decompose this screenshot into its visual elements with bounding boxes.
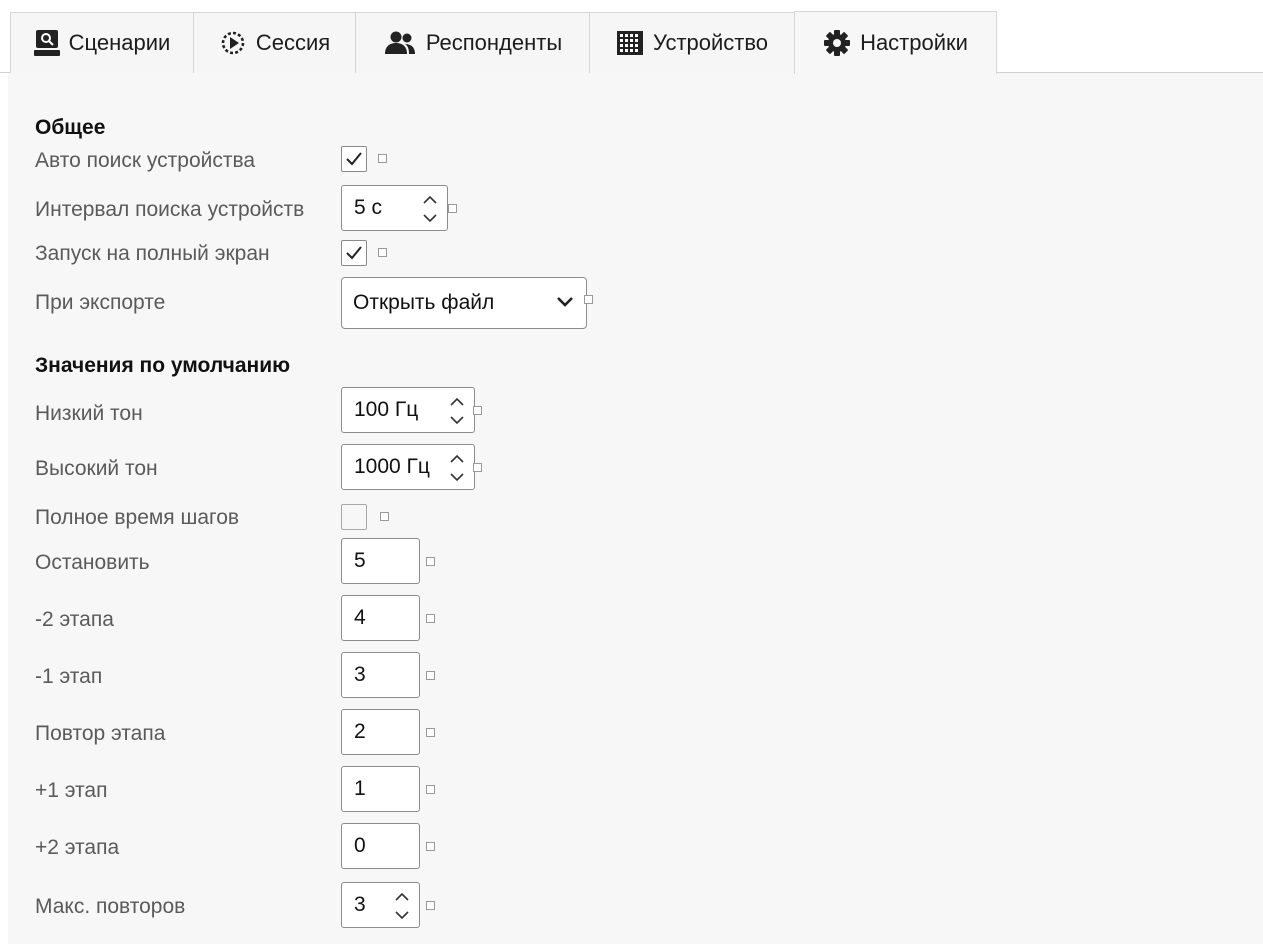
tab-label: Устройство <box>652 30 769 55</box>
minus2-input[interactable]: 4 <box>341 595 420 641</box>
max-repeats-value: 3 <box>354 893 366 916</box>
device-grid-icon <box>616 30 644 56</box>
high-tone-marker[interactable] <box>473 463 482 472</box>
spin-arrows-icon[interactable] <box>447 451 467 485</box>
section-title-general: Общее <box>35 116 106 139</box>
spin-arrows-icon[interactable] <box>392 889 412 923</box>
repeat-input[interactable]: 2 <box>341 709 420 755</box>
auto-search-marker[interactable] <box>378 154 387 163</box>
on-export-select[interactable]: Открыть файл <box>341 277 587 329</box>
section-title-defaults: Значения по умолчанию <box>35 354 291 377</box>
plus2-value: 0 <box>354 834 366 857</box>
stop-input[interactable]: 5 <box>341 538 420 584</box>
users-icon <box>383 30 417 56</box>
repeat-label: Повтор этапа <box>35 722 166 745</box>
full-step-time-label: Полное время шагов <box>35 506 240 529</box>
plus1-marker[interactable] <box>426 785 435 794</box>
minus2-label: -2 этапа <box>35 608 114 631</box>
max-repeats-spinbox[interactable]: 3 <box>341 882 420 928</box>
plus2-input[interactable]: 0 <box>341 823 420 869</box>
minus2-value: 4 <box>354 606 366 629</box>
stop-label: Остановить <box>35 551 150 574</box>
auto-search-checkbox[interactable] <box>341 146 367 172</box>
search-interval-value: 5 с <box>354 196 383 219</box>
tab-device[interactable]: Устройство <box>589 12 795 73</box>
tab-scenarios[interactable]: Сценарии <box>10 12 194 73</box>
fullscreen-label: Запуск на полный экран <box>35 242 270 265</box>
settings-panel: Общее Авто поиск устройства Интервал пои… <box>8 73 1263 944</box>
search-interval-label: Интервал поиска устройств <box>35 198 305 221</box>
high-tone-spinbox[interactable]: 1000 Гц <box>341 444 475 490</box>
tab-settings[interactable]: Настройки <box>794 11 997 74</box>
checkmark-icon <box>346 152 362 166</box>
plus1-value: 1 <box>354 777 366 800</box>
high-tone-value: 1000 Гц <box>354 455 430 478</box>
minus1-marker[interactable] <box>426 671 435 680</box>
spin-arrows-icon[interactable] <box>420 192 440 226</box>
stop-marker[interactable] <box>426 557 435 566</box>
plus1-input[interactable]: 1 <box>341 766 420 812</box>
minus1-input[interactable]: 3 <box>341 652 420 698</box>
repeat-marker[interactable] <box>426 728 435 737</box>
search-interval-spinbox[interactable]: 5 с <box>341 185 448 231</box>
search-interval-marker[interactable] <box>448 204 457 213</box>
low-tone-label: Низкий тон <box>35 402 143 425</box>
fullscreen-checkbox[interactable] <box>341 240 367 266</box>
tab-label: Настройки <box>860 30 968 55</box>
plus2-label: +2 этапа <box>35 836 120 859</box>
session-play-icon <box>219 29 247 57</box>
tab-label: Сценарии <box>68 30 171 55</box>
low-tone-spinbox[interactable]: 100 Гц <box>341 387 475 433</box>
tab-respondents[interactable]: Респонденты <box>355 12 590 73</box>
gear-icon <box>823 29 851 57</box>
tab-label: Сессия <box>255 30 331 55</box>
on-export-marker[interactable] <box>584 295 593 304</box>
minus1-value: 3 <box>354 663 366 686</box>
low-tone-marker[interactable] <box>473 406 482 415</box>
checkmark-icon <box>346 246 362 260</box>
spin-arrows-icon[interactable] <box>447 394 467 428</box>
on-export-label: При экспорте <box>35 291 166 314</box>
high-tone-label: Высокий тон <box>35 457 158 480</box>
fullscreen-marker[interactable] <box>378 248 387 257</box>
max-repeats-marker[interactable] <box>426 901 435 910</box>
auto-search-label: Авто поиск устройства <box>35 149 256 172</box>
stop-value: 5 <box>354 549 366 572</box>
on-export-value: Открыть файл <box>353 291 495 314</box>
tab-label: Респонденты <box>425 30 563 55</box>
low-tone-value: 100 Гц <box>354 398 419 421</box>
repeat-value: 2 <box>354 720 366 743</box>
scenario-icon <box>33 29 60 57</box>
minus1-label: -1 этап <box>35 665 103 688</box>
full-step-time-marker[interactable] <box>380 512 389 521</box>
plus1-label: +1 этап <box>35 779 108 802</box>
full-step-time-checkbox[interactable] <box>341 504 367 530</box>
max-repeats-label: Макс. повторов <box>35 895 186 918</box>
chevron-down-icon <box>556 295 574 314</box>
tab-session[interactable]: Сессия <box>193 12 356 73</box>
tab-bar: Сценарии Сессия Респонденты Устройство Н… <box>0 0 1263 74</box>
minus2-marker[interactable] <box>426 614 435 623</box>
plus2-marker[interactable] <box>426 842 435 851</box>
